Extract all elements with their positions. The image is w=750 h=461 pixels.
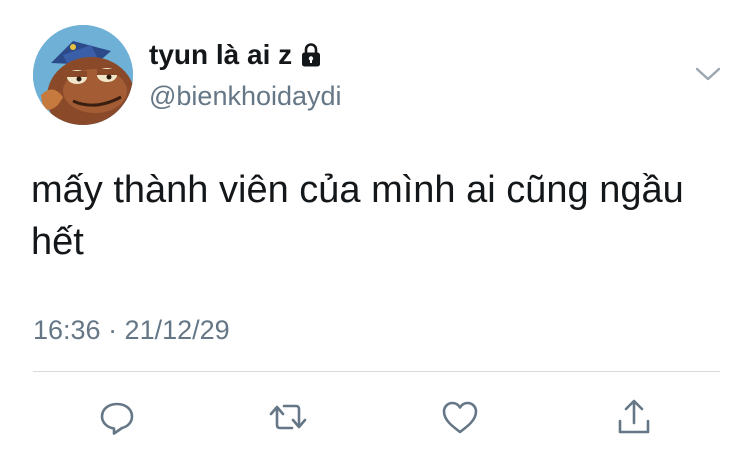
- like-button[interactable]: [440, 397, 480, 437]
- reply-button[interactable]: [97, 397, 137, 437]
- lock-icon: [300, 42, 322, 68]
- retweet-icon: [269, 404, 307, 430]
- cartoon-fish-avatar-icon: [33, 25, 133, 125]
- share-button[interactable]: [614, 397, 654, 437]
- chevron-down-icon[interactable]: [694, 64, 722, 84]
- display-name[interactable]: tyun là ai z: [149, 38, 322, 72]
- retweet-button[interactable]: [268, 397, 308, 437]
- user-handle[interactable]: @bienkhoidaydi: [149, 80, 342, 112]
- avatar[interactable]: [33, 25, 133, 125]
- share-icon: [618, 399, 650, 434]
- tweet-text: mấy thành viên của mình ai cũng ngầu hết: [31, 169, 684, 263]
- tweet-card: tyun là ai z @bienkhoidaydi mấy thành vi…: [0, 0, 750, 461]
- tweet-timestamp[interactable]: 16:36 · 21/12/29: [33, 313, 230, 347]
- reply-icon: [100, 402, 134, 435]
- display-name-text: tyun là ai z: [149, 39, 293, 70]
- heart-icon: [442, 401, 478, 434]
- divider: [33, 371, 720, 372]
